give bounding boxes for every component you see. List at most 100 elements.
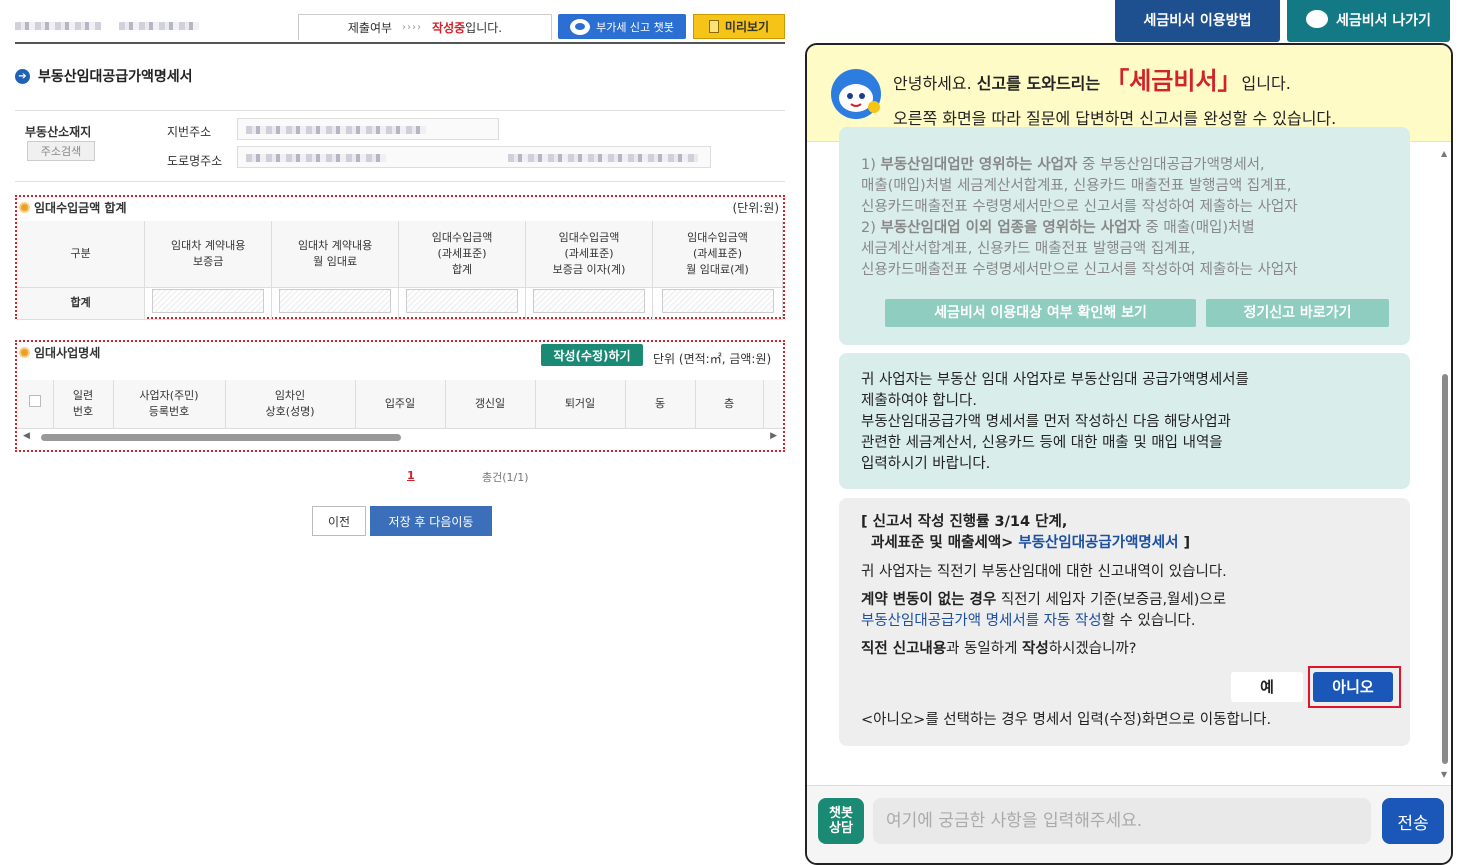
horizontal-scrollbar[interactable]: ◀ ▶ xyxy=(21,431,779,443)
address-section: 부동산소재지 주소검색 지번주소 도로명주소 xyxy=(15,110,785,182)
eligibility-line-3: 신용카드매출전표 수령명세서만으로 신고서를 작성하여 제출하는 사업자 xyxy=(861,199,1298,215)
scroll-up-icon[interactable]: ▲ xyxy=(1441,149,1447,158)
scroll-down-icon[interactable]: ▼ xyxy=(1441,770,1447,779)
col-header: 임대수입금액 (과세표준) 보증금 이자(계) xyxy=(525,221,653,288)
rental-income-total-table: 구분 임대차 계약내용 보증금 임대차 계약내용 월 임대료 임대수입금액 (과… xyxy=(17,221,783,320)
no-option-note: <아니오>를 선택하는 경우 명세서 입력(수정)화면으로 이동합니다. xyxy=(861,712,1272,728)
tax-assistant-panel: 안녕하세요. 신고를 도와드리는 「세금비서」입니다. 오른쪽 화면을 따라 질… xyxy=(805,43,1453,865)
send-button[interactable]: 전송 xyxy=(1382,798,1444,844)
banner-instructions: 오른쪽 화면을 따라 질문에 답변하면 신고서를 완성할 수 있습니다. xyxy=(893,109,1337,128)
rental-business-detail-section: 임대사업명세 작성(수정)하기 단위 (면적:㎡, 금액:원) 일련 번호 사업… xyxy=(15,340,785,452)
text: 직전기 세입자 기준(보증금,월세)으로 xyxy=(996,592,1227,608)
col-header: 갱신일 xyxy=(445,380,536,429)
bullet-icon xyxy=(19,347,30,358)
scroll-right-icon[interactable]: ▶ xyxy=(770,431,777,441)
select-all-cell xyxy=(17,380,54,429)
deposit-interest-total-input[interactable] xyxy=(533,288,646,313)
emphasis-blue: 부동산임대공급가액 명세서를 자동 작성 xyxy=(861,613,1102,629)
rental-income-total-title: 임대수입금액 합계 xyxy=(19,199,127,216)
greeting-text: 안녕하세요. xyxy=(893,74,972,93)
progress-path: 과세표준 및 매출세액> 부동산임대공급가액명세서 ] xyxy=(861,533,1388,554)
lot-address-field[interactable] xyxy=(237,118,499,140)
col-header: 임대수입금액 (과세표준) 합계 xyxy=(398,221,527,288)
requirement-line: 부동산임대공급가액 명세서를 먼저 작성하신 다음 해당사업과 xyxy=(861,414,1231,430)
select-all-checkbox[interactable] xyxy=(28,395,41,408)
chatbot-mascot-icon xyxy=(570,18,591,35)
auto-fill-line-2: 부동산임대공급가액 명세서를 자동 작성할 수 있습니다. xyxy=(861,611,1388,632)
col-header: 퇴거일 xyxy=(535,380,626,429)
eligibility-line-5: 세금계산서합계표, 신용카드 매출전표 발행금액 집계표, xyxy=(861,241,1196,257)
chatbot-consult-icon[interactable]: 챗봇 상담 xyxy=(818,798,864,844)
exit-tab-label: 세금비서 나가기 xyxy=(1335,13,1432,29)
road-address-label: 도로명주소 xyxy=(167,154,223,168)
eligibility-message: 1) 부동산임대업만 영위하는 사업자 중 부동산임대공급가액명세서, 매출(매… xyxy=(839,127,1410,345)
record-count: 총건(1/1) xyxy=(482,471,529,484)
road-address-field[interactable] xyxy=(237,146,711,168)
top-toolbar: 제출여부 ›››› 작성중입니다. 부가세 신고 챗봇 미리보기 xyxy=(15,12,785,44)
confirm-question: 직전 신고내용과 동일하게 작성하시겠습니까? xyxy=(861,639,1388,660)
text: 하시겠습니까? xyxy=(1048,641,1137,657)
lot-address-label: 지번주소 xyxy=(167,125,212,139)
text: 중 부동산임대공급가액명세서, xyxy=(1077,157,1265,173)
write-edit-button[interactable]: 작성(수정)하기 xyxy=(541,344,643,366)
path-current: 부동산임대공급가액명세서 xyxy=(1018,535,1179,551)
requirement-line: 귀 사업자는 부동산 임대 사업자로 부동산임대 공급가액명세서를 xyxy=(861,372,1249,388)
save-next-button[interactable]: 저장 후 다음이동 xyxy=(370,506,492,536)
greeting-bold: 신고를 도와드리는 xyxy=(976,74,1101,93)
scroll-left-icon[interactable]: ◀ xyxy=(23,431,30,441)
scroll-thumb[interactable] xyxy=(41,434,401,441)
col-header: 임대차 계약내용 보증금 xyxy=(144,221,273,288)
col-header: 임대차 계약내용 월 임대료 xyxy=(271,221,400,288)
emphasis: 부동산임대업만 영위하는 사업자 xyxy=(880,157,1078,173)
vat-chatbot-button[interactable]: 부가세 신고 챗봇 xyxy=(558,14,686,39)
col-header: 동 xyxy=(625,380,696,429)
greeting-tail: 입니다. xyxy=(1241,74,1291,93)
masked-road-address-1 xyxy=(246,154,386,162)
emphasis: 계약 변동이 없는 경우 xyxy=(861,592,997,608)
status-value: 작성중 xyxy=(432,21,466,35)
col-header: 임차인 상호(성명) xyxy=(225,380,356,429)
col-header: 층 xyxy=(695,380,764,429)
prior-record-text: 귀 사업자는 직전기 부동산임대에 대한 신고내역이 있습니다. xyxy=(861,564,1227,580)
total-row-label: 합계 xyxy=(17,287,146,320)
chat-input-bar: 챗봇 상담 전송 xyxy=(807,785,1451,863)
masked-lot-address xyxy=(246,126,426,134)
eligibility-check-button[interactable]: 세금비서 이용대상 여부 확인해 보기 xyxy=(885,299,1196,327)
no-button[interactable]: 아니오 xyxy=(1313,672,1393,702)
regular-filing-button[interactable]: 정기신고 바로가기 xyxy=(1206,299,1389,327)
col-header: 임대수입금액 (과세표준) 월 임대료(계) xyxy=(652,221,783,288)
auto-fill-line-1: 계약 변동이 없는 경우 직전기 세입자 기준(보증금,월세)으로 xyxy=(861,590,1388,611)
monthly-rent-sum-input[interactable] xyxy=(661,288,774,313)
banner-greeting: 안녕하세요. 신고를 도와드리는 「세금비서」입니다. xyxy=(893,61,1291,96)
submit-status-label: 제출여부 xyxy=(347,21,393,35)
progress-step: [ 신고서 작성 진행률 3/14 단계, xyxy=(861,514,1068,530)
chat-scroll-thumb[interactable] xyxy=(1442,374,1448,764)
yes-button[interactable]: 예 xyxy=(1231,672,1303,702)
page-number[interactable]: 1 xyxy=(407,469,415,482)
unit-label: 단위 (면적:㎡, 금액:원) xyxy=(653,352,772,366)
preview-button[interactable]: 미리보기 xyxy=(693,14,785,39)
question-input[interactable] xyxy=(873,798,1371,844)
brand-name: 「세금비서」 xyxy=(1105,67,1242,95)
emphasis: 작성 xyxy=(1022,641,1049,657)
requirement-line: 관련한 세금계산서, 신용카드 등에 대한 매출 및 매입 내역을 xyxy=(861,435,1223,451)
masked-info xyxy=(119,22,199,30)
status-suffix: 입니다. xyxy=(465,21,503,35)
confirm-message: [ 신고서 작성 진행률 3/14 단계, 과세표준 및 매출세액> 부동산임대… xyxy=(839,498,1410,746)
submit-status: 제출여부 ›››› 작성중입니다. xyxy=(298,14,552,40)
path-prefix: 과세표준 및 매출세액> xyxy=(871,535,1019,551)
eligibility-line-2: 매출(매입)처별 세금계산서합계표, 신용카드 매출전표 발행금액 집계표, xyxy=(861,178,1292,194)
text: 과 동일하게 xyxy=(946,641,1023,657)
deposit-total-input[interactable] xyxy=(152,288,265,313)
exit-assistant-tab[interactable]: 세금비서 나가기 xyxy=(1287,0,1450,42)
usage-guide-tab[interactable]: 세금비서 이용방법 xyxy=(1115,0,1280,42)
monthly-rent-total-input[interactable] xyxy=(279,288,392,313)
prev-button[interactable]: 이전 xyxy=(312,506,366,536)
chat-scrollbar[interactable]: ▲ ▼ xyxy=(1439,149,1451,779)
tax-base-total-input[interactable] xyxy=(406,288,519,313)
page-title: ➔ 부동산임대공급가액명세서 xyxy=(15,66,193,86)
address-search-button[interactable]: 주소검색 xyxy=(27,141,95,161)
masked-name xyxy=(15,22,101,30)
num: 2) xyxy=(861,220,881,236)
text: 중 매출(매입)처별 xyxy=(1140,220,1255,236)
